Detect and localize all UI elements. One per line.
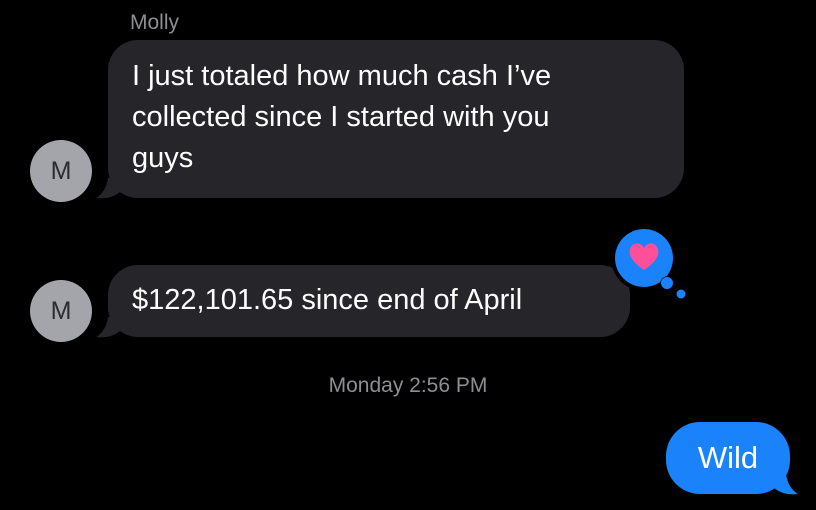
avatar[interactable]: M xyxy=(30,280,92,342)
message-line: I just totaled how much cash I’ve xyxy=(132,60,552,92)
reaction-badge[interactable] xyxy=(604,224,694,304)
message-timestamp: Monday 2:56 PM xyxy=(328,374,488,397)
message-bubble-outgoing[interactable]: Wild xyxy=(666,422,790,494)
message-bubble[interactable]: I just totaled how much cash I’ve collec… xyxy=(108,40,684,198)
avatar-initial: M xyxy=(50,296,72,325)
message-text: $122,101.65 since end of April xyxy=(132,284,523,316)
avatar[interactable]: M xyxy=(30,140,92,202)
sender-name: Molly xyxy=(130,11,180,34)
message-line: guys xyxy=(132,142,194,174)
message-line: collected since I started with you xyxy=(132,101,550,133)
avatar-initial: M xyxy=(50,156,72,185)
message-bubble[interactable]: $122,101.65 since end of April xyxy=(108,265,630,337)
bubble-tail xyxy=(774,474,798,495)
bubble-tail xyxy=(96,317,120,338)
message-text: Wild xyxy=(697,440,759,475)
bubble-tail xyxy=(96,178,120,199)
